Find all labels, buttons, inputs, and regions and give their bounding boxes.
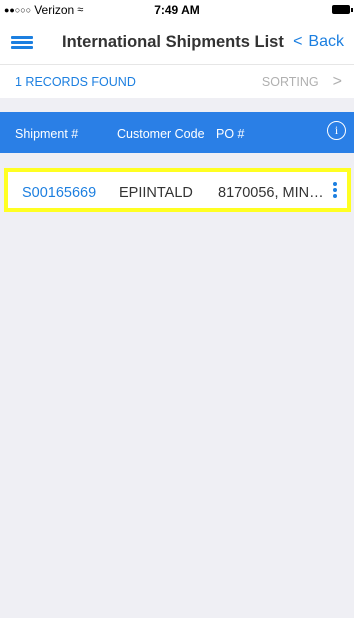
column-header-po: PO # [216,127,245,141]
more-options-icon[interactable] [332,182,338,200]
column-header-shipment: Shipment # [15,127,79,141]
customer-code: EPIINTALD [119,185,193,201]
table-header: Shipment # Customer Code PO # i [0,112,354,153]
records-bar: 1 RECORDS FOUND SORTING > [0,65,354,98]
chevron-left-icon: < [293,33,303,50]
records-count: 1 RECORDS FOUND [15,75,136,89]
chevron-right-icon: > [332,73,342,90]
info-icon[interactable]: i [327,121,346,140]
hamburger-menu-icon[interactable] [11,36,33,49]
list-content: Shipment # Customer Code PO # i S0016566… [0,98,354,618]
page-title: International Shipments List [62,33,284,51]
sorting-label: SORTING [261,75,319,89]
nav-bar: International Shipments List < Back [0,20,354,65]
battery-icon [332,5,353,14]
shipment-number-link[interactable]: S00165669 [22,185,96,201]
sorting-button[interactable]: SORTING > [262,73,342,91]
status-time: 7:49 AM [154,3,200,17]
back-label: Back [308,33,344,50]
back-button[interactable]: < Back [293,33,344,51]
table-row[interactable]: S00165669 EPIINTALD 8170056, MINDE… [4,168,351,212]
column-header-customer-code: Customer Code [117,127,205,141]
status-bar: ●●○○○ Verizon ≈ 7:49 AM [0,0,354,20]
po-number: 8170056, MINDE… [218,185,334,201]
